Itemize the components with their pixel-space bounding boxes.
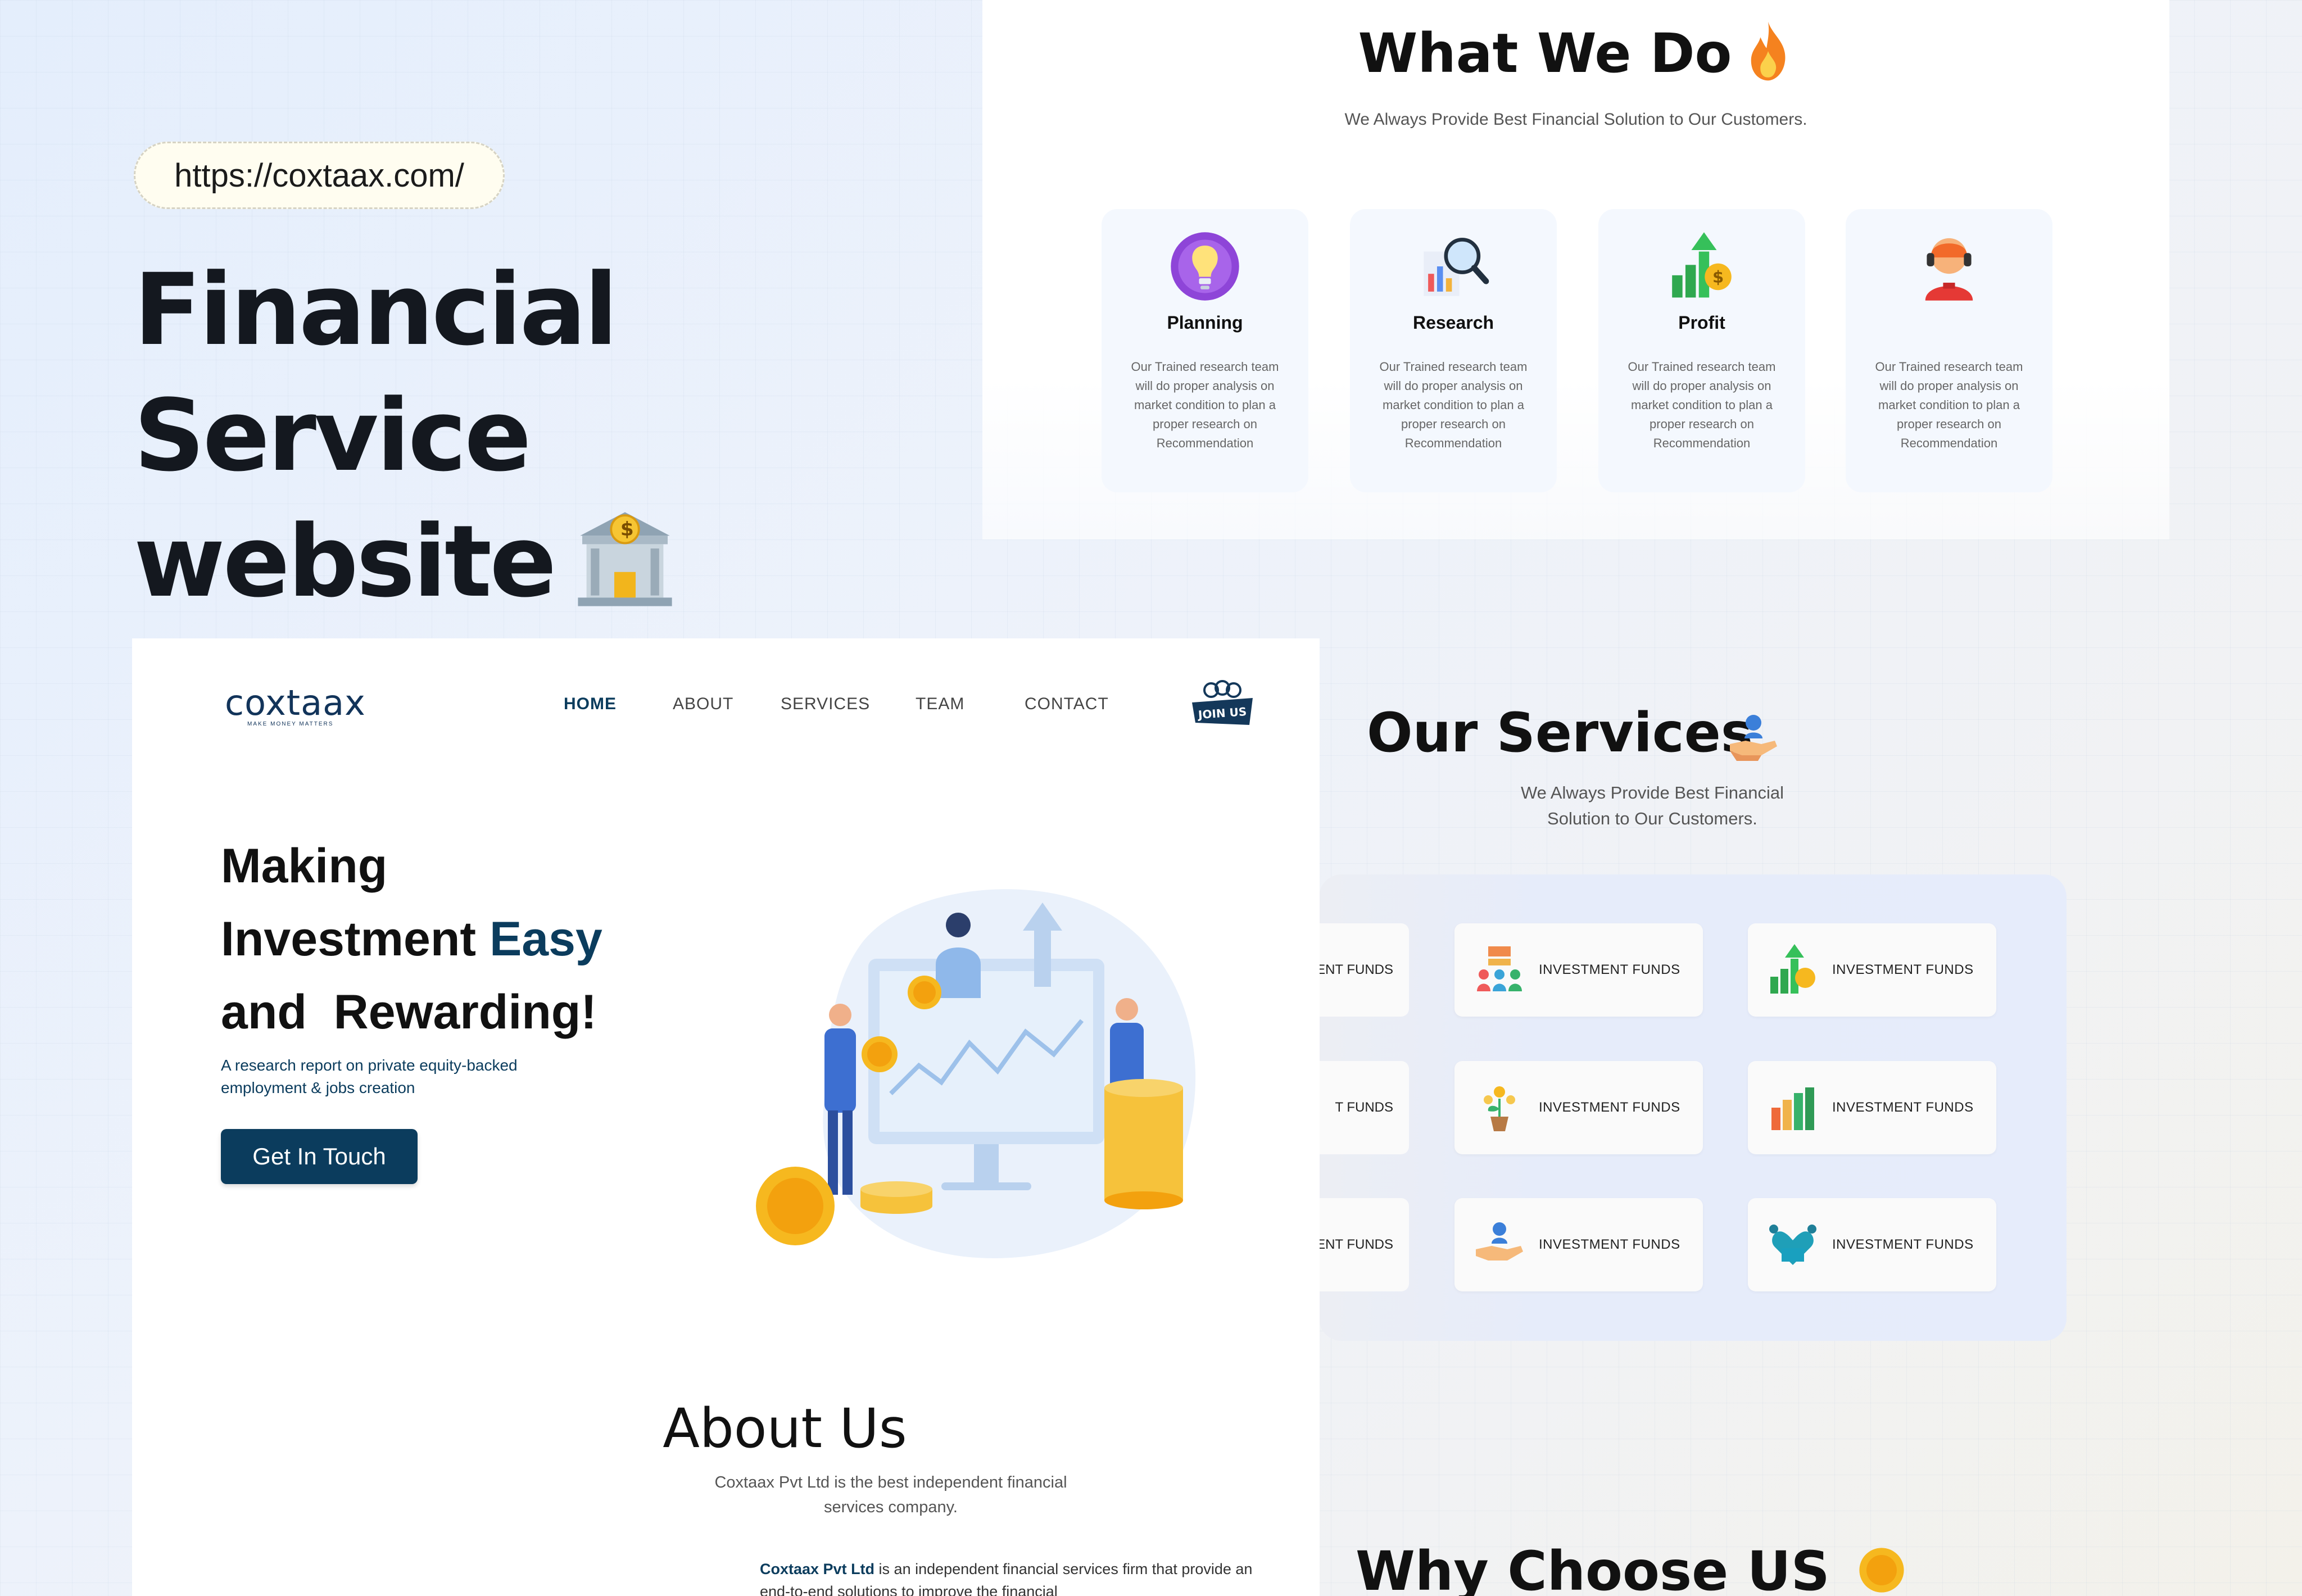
service-label: INVESTMENT FUNDS	[1539, 962, 1680, 977]
card-title: Research	[1412, 312, 1494, 333]
team-hierarchy-icon	[1477, 946, 1522, 991]
promo-title-line2: website	[134, 504, 557, 619]
get-in-touch-button[interactable]: Get In Touch	[221, 1129, 418, 1184]
nav-about[interactable]: ABOUT	[673, 695, 733, 714]
service-label: INVESTMENT FUNDS	[1832, 1237, 1974, 1252]
service-card-partial[interactable]: ENT FUNDS	[1319, 923, 1409, 1017]
service-card-partial[interactable]: T FUNDS	[1319, 1061, 1409, 1154]
bank-icon: $	[577, 512, 672, 606]
bar-chart-icon	[1771, 1087, 1814, 1130]
service-card[interactable]: INVESTMENT FUNDS	[1748, 1061, 1996, 1154]
about-paragraph: Coxtaax Pvt Ltd is an independent financ…	[760, 1558, 1254, 1596]
lightbulb-icon	[1171, 232, 1239, 301]
service-card-partial[interactable]: ENT FUNDS	[1319, 1198, 1409, 1291]
about-subtitle: Coxtaax Pvt Ltd is the best independent …	[714, 1473, 1067, 1516]
card-description: Our Trained research team will do proper…	[1628, 360, 1776, 450]
nav-team[interactable]: TEAM	[916, 695, 964, 714]
service-label: ENT FUNDS	[1319, 962, 1393, 977]
url-text: https://coxtaax.com/	[174, 157, 464, 194]
hand-person-icon	[1476, 1222, 1523, 1261]
services-subtitle: We Always Provide Best Financial Solutio…	[1405, 780, 1900, 832]
service-card[interactable]: INVESTMENT FUNDS	[1454, 1061, 1703, 1154]
service-label: INVESTMENT FUNDS	[1539, 1237, 1680, 1252]
card-description: Our Trained research team will do proper…	[1379, 360, 1528, 450]
hero-accent: Easy	[489, 912, 602, 966]
website-preview: coxtaax MAKE MONEY MATTERS HOME ABOUT SE…	[132, 638, 1320, 1596]
hero-line3: and Rewarding!	[221, 985, 597, 1039]
logo-text: coxtaax	[225, 682, 366, 723]
service-label: INVESTMENT FUNDS	[1832, 962, 1974, 977]
service-card[interactable]: INVESTMENT FUNDS	[1748, 1198, 1996, 1291]
service-label: T FUNDS	[1335, 1100, 1393, 1115]
card-description: Our Trained research team will do proper…	[1131, 360, 1279, 450]
service-label: INVESTMENT FUNDS	[1832, 1100, 1974, 1115]
service-card[interactable]: INVESTMENT FUNDS	[1748, 923, 1996, 1017]
hero-subtext: A research report on private equity-back…	[221, 1057, 518, 1096]
hero-line1: Making	[221, 839, 388, 893]
what-we-do-title: What We Do	[982, 20, 2169, 85]
growth-chart-icon	[1770, 944, 1815, 994]
card-title: Planning	[1167, 312, 1243, 333]
nav-services[interactable]: SERVICES	[781, 695, 870, 714]
service-card[interactable]: INVESTMENT FUNDS	[1454, 1198, 1703, 1291]
hero-heading: Making Investment Easy and Rewarding!	[221, 829, 727, 1049]
about-title: About Us	[663, 1397, 907, 1460]
services-subtitle-line2: Solution to Our Customers.	[1547, 809, 1757, 828]
why-choose-us-text: Why Choose US	[1356, 1540, 1830, 1596]
service-card-support[interactable]: Our Trained research team will do proper…	[1846, 209, 2052, 492]
fire-icon	[1751, 21, 1786, 81]
nav-contact[interactable]: CONTACT	[1025, 695, 1109, 714]
services-title: Our Services	[1367, 701, 1753, 764]
site-logo[interactable]: coxtaax MAKE MONEY MATTERS	[225, 682, 366, 727]
growth-chart-icon: $	[1672, 232, 1732, 298]
service-label: ENT FUNDS	[1319, 1237, 1393, 1252]
services-subtitle-line1: We Always Provide Best Financial	[1520, 783, 1784, 802]
investment-illustration	[756, 889, 1196, 1259]
heart-team-icon	[1769, 1225, 1816, 1265]
support-agent-icon	[1925, 238, 1973, 301]
services-grid: ENT FUNDS T FUNDS ENT FUNDS INVESTMENT F…	[1319, 874, 2067, 1341]
hand-person-icon	[1730, 715, 1777, 761]
card-description: Our Trained research team will do proper…	[1875, 360, 2023, 450]
service-card-research[interactable]: Research Our Trained research team will …	[1350, 209, 1557, 492]
money-plant-icon	[1484, 1086, 1515, 1131]
service-card-profit[interactable]: $ Profit Our Trained research team will …	[1598, 209, 1805, 492]
svg-text:$: $	[1712, 267, 1724, 287]
about-company-name: Coxtaax Pvt Ltd	[760, 1561, 875, 1577]
promo-title: Financial Service website $	[134, 247, 977, 625]
what-we-do-title-text: What We Do	[1358, 22, 1732, 85]
what-we-do-panel: What We Do We Always Provide Best Financ…	[982, 0, 2169, 539]
hero-line2: Investment	[221, 912, 477, 966]
service-card-planning[interactable]: Planning Our Trained research team will …	[1102, 209, 1308, 492]
service-label: INVESTMENT FUNDS	[1539, 1100, 1680, 1115]
service-card[interactable]: INVESTMENT FUNDS	[1454, 923, 1703, 1017]
url-pill[interactable]: https://coxtaax.com/	[134, 142, 505, 209]
what-we-do-subtitle: We Always Provide Best Financial Solutio…	[1344, 110, 1807, 129]
join-us-badge[interactable]: JOIN US	[1189, 678, 1256, 728]
magnifier-chart-icon	[1424, 238, 1489, 296]
promo-title-line1: Financial Service	[134, 252, 618, 493]
why-choose-us-title: Why Choose US	[1356, 1540, 1907, 1596]
coin-icon	[1859, 1548, 1904, 1593]
card-title: Profit	[1678, 312, 1725, 333]
nav-home[interactable]: HOME	[564, 695, 617, 714]
